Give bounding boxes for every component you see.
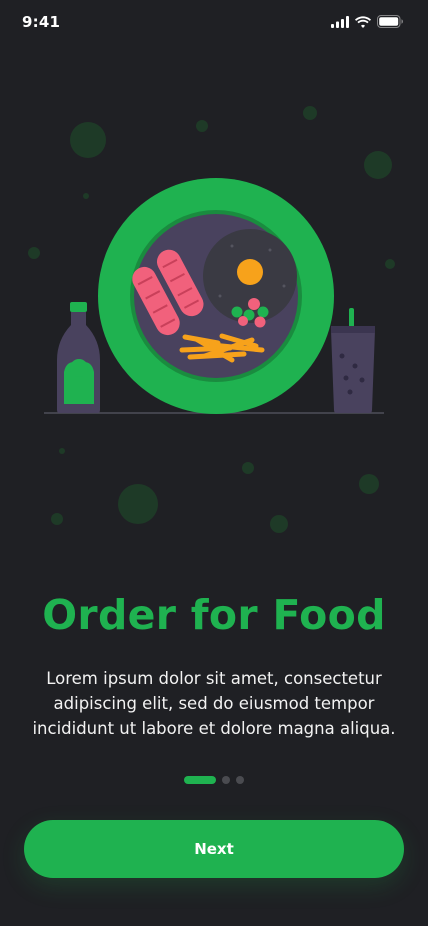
food-illustration (28, 106, 395, 533)
wifi-icon (355, 15, 371, 28)
page-dot (236, 776, 244, 784)
drink-glass (331, 308, 375, 413)
onboarding-title: Order for Food (42, 591, 386, 639)
page-indicator (184, 776, 244, 784)
status-bar: 9:41 (0, 0, 428, 44)
next-button[interactable]: Next (24, 820, 404, 878)
signal-icon (331, 15, 349, 28)
battery-icon (377, 15, 403, 28)
fried-egg (203, 229, 297, 323)
page-dot-active (184, 776, 216, 784)
page-dot (222, 776, 230, 784)
onboarding-description: Lorem ipsum dolor sit amet, consectetur … (32, 669, 396, 738)
ketchup-bottle (57, 302, 100, 413)
status-time: 9:41 (22, 13, 61, 31)
status-icons (331, 15, 404, 28)
